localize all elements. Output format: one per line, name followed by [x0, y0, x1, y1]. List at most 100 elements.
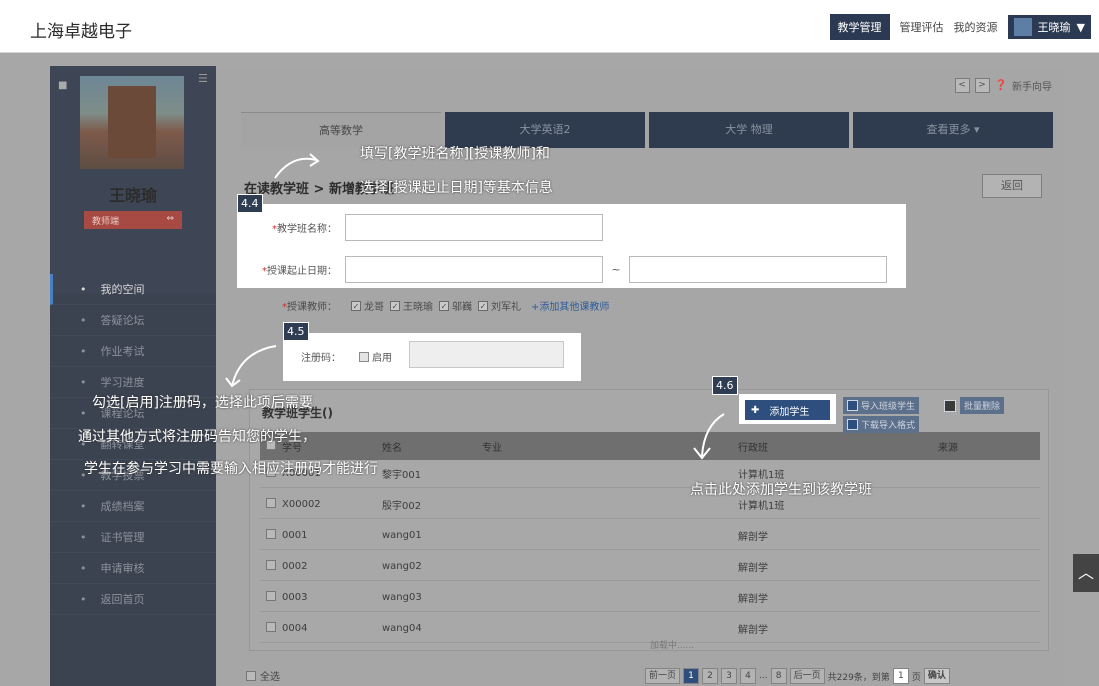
- teacher-checkbox[interactable]: ✓: [390, 300, 400, 311]
- page-button[interactable]: 8: [770, 668, 787, 684]
- cell: 计算机1班: [738, 501, 785, 512]
- scroll-to-top-button[interactable]: ︿: [1073, 554, 1099, 592]
- brand-title: 上海卓越电子: [30, 22, 132, 42]
- import-class-button[interactable]: 导入班级学生: [843, 397, 920, 414]
- next-arrow-button[interactable]: >: [974, 78, 990, 93]
- note-4-4-line2: 选择[授课起止日期]等基本信息: [360, 180, 553, 196]
- prev-page-button[interactable]: 前一页: [645, 668, 681, 684]
- table-row[interactable]: 0001 wang01 解剖学: [260, 522, 1040, 550]
- sidebar-item-qa-forum[interactable]: 答疑论坛: [50, 305, 216, 336]
- class-name-input[interactable]: [345, 214, 603, 241]
- select-all-footer-checkbox[interactable]: [246, 670, 256, 681]
- teacher-name: 龙哥: [364, 302, 384, 313]
- batch-delete-button[interactable]: 批量删除: [944, 397, 1005, 414]
- import-actions: 导入班级学生 下载导入格式: [843, 397, 920, 433]
- note-4-5-line1: 勾选[启用]注册码，选择此项后需要: [92, 395, 313, 411]
- end-date-input[interactable]: [629, 256, 887, 283]
- chevron-up-icon: ︿: [1077, 563, 1094, 582]
- column-header: 行政班: [738, 442, 768, 454]
- back-button[interactable]: 返回: [982, 174, 1042, 198]
- teacher-checkbox[interactable]: ✓: [439, 300, 449, 311]
- profile-name: 王晓瑜: [108, 186, 157, 205]
- nav-management-evaluation[interactable]: 管理评估: [900, 19, 944, 35]
- user-menu[interactable]: 王晓瑜 ▼: [1007, 15, 1091, 39]
- reg-code-input[interactable]: [409, 341, 564, 368]
- import-class-label: 导入班级学生: [861, 402, 916, 412]
- step-tag-4-5: 4.5: [283, 322, 309, 341]
- switch-icon: ⇔: [166, 214, 174, 224]
- cell: 0004: [282, 623, 308, 634]
- add-teacher-link[interactable]: +添加其他课教师: [531, 298, 609, 313]
- nav-my-resources[interactable]: 我的资源: [954, 19, 998, 35]
- sidebar-item-review[interactable]: 申请审核: [50, 553, 216, 584]
- table-header: 学号 姓名 专业 行政班 来源: [260, 432, 1040, 460]
- chevron-down-icon: ▾: [973, 123, 980, 136]
- download-template-button[interactable]: 下载导入格式: [843, 416, 920, 433]
- arrow-4-6-icon: [693, 413, 725, 460]
- nav-teaching-management[interactable]: 教学管理: [829, 14, 890, 40]
- help-icon: ❓: [994, 80, 1007, 91]
- arrow-4-4-icon: [274, 153, 320, 179]
- teacher-checkbox[interactable]: ✓: [478, 300, 488, 311]
- table-row[interactable]: 0002 wang02 解剖学: [260, 553, 1040, 581]
- start-date-input[interactable]: [345, 256, 603, 283]
- sidebar-item-certificates[interactable]: 证书管理: [50, 522, 216, 553]
- table-row[interactable]: 0003 wang03 解剖学: [260, 584, 1040, 612]
- sidebar-profile: ■ ☰ 王晓瑜 教师端 ⇔: [50, 66, 216, 294]
- step-tag-4-6: 4.6: [712, 376, 738, 395]
- add-student-box: ✚ 添加学生: [739, 394, 836, 424]
- sidebar-item-homework-exam[interactable]: 作业考试: [50, 336, 216, 367]
- plus-icon: ✚: [751, 404, 760, 416]
- cell: 解剖学: [738, 594, 768, 605]
- cell: wang03: [382, 592, 422, 603]
- row-checkbox[interactable]: [266, 560, 276, 570]
- row-checkbox[interactable]: [266, 529, 276, 539]
- row-checkbox[interactable]: [266, 498, 276, 508]
- cell: 解剖学: [738, 532, 768, 543]
- user-name: 王晓瑜: [1037, 21, 1071, 34]
- pagination: 前一页 1 2 3 4 ... 8 后一页 共229条，到第 1 页 确认: [645, 668, 950, 684]
- next-page-button[interactable]: 后一页: [789, 668, 825, 684]
- page-button[interactable]: 4: [740, 668, 757, 684]
- page-jump-input[interactable]: 1: [892, 668, 909, 684]
- page-button[interactable]: 1: [683, 668, 700, 684]
- cell: 黎宇001: [382, 470, 422, 481]
- chevron-down-icon: ▼: [1076, 20, 1085, 34]
- sidebar-item-my-space[interactable]: 我的空间: [50, 274, 216, 305]
- reg-enable-checkbox[interactable]: 启用: [359, 349, 392, 364]
- user-icon: ■: [58, 80, 68, 91]
- cell: 解剖学: [738, 563, 768, 574]
- total-text: 共229条，到第: [827, 672, 890, 683]
- page-ellipsis: ...: [759, 671, 768, 681]
- download-template-label: 下载导入格式: [861, 421, 916, 431]
- user-avatar-icon: [1013, 18, 1032, 36]
- add-student-label: 添加学生: [769, 406, 810, 418]
- column-header: 来源: [938, 442, 958, 454]
- select-all-footer[interactable]: 全选: [246, 668, 280, 683]
- sidebar-item-home[interactable]: 返回首页: [50, 584, 216, 615]
- row-checkbox[interactable]: [266, 622, 276, 632]
- cell: 殷宇002: [382, 501, 422, 512]
- confirm-button[interactable]: 确认: [923, 668, 950, 684]
- date-row: *授课起止日期： ~: [237, 256, 887, 283]
- row-checkbox[interactable]: [266, 591, 276, 601]
- class-name-label: *教学班名称：: [272, 224, 337, 235]
- menu-icon[interactable]: ☰: [198, 72, 212, 85]
- page-button[interactable]: 3: [721, 668, 738, 684]
- profile-photo: [80, 76, 184, 169]
- cell: 0002: [282, 561, 308, 572]
- cell: wang01: [382, 530, 422, 541]
- tab-more[interactable]: 查看更多 ▾: [853, 112, 1053, 148]
- prev-arrow-button[interactable]: <: [954, 78, 970, 93]
- role-switch[interactable]: 教师端 ⇔: [84, 211, 182, 229]
- class-name-row: *教学班名称：: [237, 214, 603, 241]
- tab-more-label: 查看更多: [926, 123, 971, 136]
- guide-link[interactable]: 新手向导: [1012, 78, 1052, 93]
- tab-physics[interactable]: 大学 物理: [649, 112, 849, 148]
- sidebar-item-grades[interactable]: 成绩档案: [50, 491, 216, 522]
- table-row[interactable]: X00002 殷宇002 计算机1班: [260, 491, 1040, 519]
- page-button[interactable]: 2: [702, 668, 719, 684]
- page-unit: 页: [911, 672, 921, 683]
- add-student-button[interactable]: ✚ 添加学生: [745, 400, 830, 420]
- teacher-checkbox[interactable]: ✓: [351, 300, 361, 311]
